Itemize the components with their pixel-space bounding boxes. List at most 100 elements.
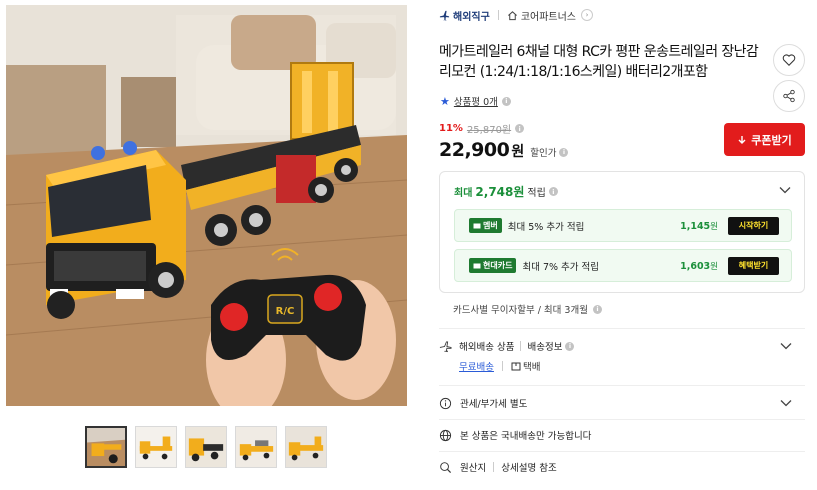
sale-price: 22,900	[439, 139, 510, 161]
delivery-section: 해외배송 상품 배송정보 i 무료배송 택배	[439, 338, 805, 374]
domestic-notice-text: 본 상품은 국내배송만 가능합니다	[460, 431, 592, 442]
reward-item-value-unit: 원	[710, 221, 718, 232]
info-icon[interactable]: i	[515, 124, 525, 133]
divider	[497, 10, 499, 20]
delivery-sub-row: 무료배송 택배	[459, 358, 805, 374]
price-block: 11% 25,870원 i 22,900 원 할인가 i	[439, 121, 569, 161]
discount-rate: 11%	[439, 123, 463, 134]
delivery-info-link[interactable]: 배송정보 i	[527, 339, 575, 353]
chevron-down-icon[interactable]	[778, 183, 792, 197]
download-arrow-icon	[738, 135, 746, 144]
card-icon	[473, 263, 481, 268]
customs-text: 관세/부가세 별도	[460, 399, 528, 410]
reward-box: 최대 2,748원 적립 i 멤버 최대 5% 추가 적립 1,145원 시작하…	[439, 171, 805, 293]
installment-info: 카드사별 무이자할부 / 최대 3개월 i	[453, 302, 602, 316]
main-product-image[interactable]: R/C	[6, 5, 407, 406]
thumbnail-1[interactable]	[85, 426, 127, 468]
info-icon[interactable]: i	[592, 304, 602, 314]
divider	[439, 385, 805, 386]
home-icon	[507, 10, 517, 20]
reward-item-membership: 멤버 최대 5% 추가 적립 1,145원 시작하기	[454, 209, 792, 242]
info-icon: i	[565, 341, 575, 351]
installment-text: 카드사별 무이자할부 / 최대 3개월	[453, 305, 588, 316]
airplane-icon	[439, 10, 450, 21]
discount-row: 11% 25,870원 i	[439, 121, 568, 136]
share-icon	[783, 89, 795, 103]
share-button[interactable]	[773, 80, 805, 112]
delivery-info-label: 배송정보	[527, 342, 563, 353]
divider	[501, 361, 503, 371]
reward-item-desc: 최대 7% 추가 적립	[522, 261, 600, 273]
info-circle-icon	[439, 397, 452, 409]
parcel-label: 택배	[511, 359, 540, 373]
product-title: 메가트레일러 6채널 대형 RC카 평판 운송트레일러 장난감 리모컨 (1:2…	[439, 44, 759, 80]
reward-item-value-number: 1,603	[680, 260, 711, 272]
reward-item-value-number: 1,145	[680, 220, 711, 232]
card-icon	[473, 223, 481, 228]
chevron-down-icon[interactable]	[779, 396, 793, 410]
divider	[493, 462, 495, 472]
hyundai-card-badge-label: 현대카드	[483, 261, 513, 270]
get-benefit-button[interactable]: 혜택받기	[728, 256, 779, 275]
reward-item-value: 1,145원	[680, 220, 718, 232]
customs-row[interactable]: 관세/부가세 별도	[439, 395, 805, 411]
review-count-link[interactable]: 상품평 0개	[454, 94, 498, 108]
info-icon[interactable]: i	[559, 147, 569, 157]
original-price: 25,870원	[466, 125, 512, 136]
sale-price-unit: 원	[511, 144, 525, 160]
origin-value: 상세설명 참조	[501, 463, 557, 474]
store-name: 코어파트너스	[520, 11, 577, 23]
divider	[439, 328, 805, 329]
delivery-type: 해외배송 상품	[459, 342, 515, 353]
thumbnail-strip	[85, 426, 327, 468]
globe-icon	[439, 429, 452, 441]
divider	[439, 419, 805, 420]
wishlist-button[interactable]	[773, 44, 805, 76]
star-icon: ★	[440, 94, 450, 108]
divider	[520, 341, 522, 351]
info-icon[interactable]: i	[548, 187, 558, 196]
reward-item-value: 1,603원	[680, 260, 718, 272]
reward-item-desc: 최대 5% 추가 적립	[507, 221, 585, 233]
sale-price-row: 22,900 원 할인가 i	[439, 139, 569, 161]
delivery-main-row: 해외배송 상품 배송정보 i	[439, 338, 805, 354]
chevron-right-icon: ›	[581, 9, 594, 21]
seller-row: 해외직구 코어파트너스 ›	[439, 7, 594, 23]
hyundai-card-badge: 현대카드	[469, 258, 517, 273]
product-info-panel: 해외직구 코어파트너스 › 메가트레일러 6채널 대형 RC카 평판 운송트레일…	[439, 0, 809, 490]
reward-head-prefix: 최대	[454, 188, 473, 199]
box-icon	[511, 362, 521, 371]
free-shipping-link[interactable]: 무료배송	[459, 359, 494, 373]
thumbnail-2[interactable]	[135, 426, 177, 468]
membership-badge-label: 멤버	[483, 221, 498, 230]
overseas-shipping-badge: 해외직구	[439, 8, 490, 23]
airplane-icon	[439, 340, 452, 352]
thumbnail-4[interactable]	[235, 426, 277, 468]
domestic-notice-row: 본 상품은 국내배송만 가능합니다	[439, 427, 805, 443]
chevron-down-icon[interactable]	[779, 339, 793, 353]
search-icon	[440, 461, 452, 473]
coupon-button[interactable]: 쿠폰받기	[724, 123, 805, 156]
sale-tag-label: 할인가	[530, 148, 557, 159]
start-membership-button[interactable]: 시작하기	[728, 216, 779, 235]
thumbnail-5[interactable]	[285, 426, 327, 468]
reward-head-suffix: 적립	[527, 188, 546, 199]
product-photo: R/C	[6, 5, 407, 406]
sale-tag: 할인가 i	[530, 145, 569, 159]
store-link[interactable]: 코어파트너스 ›	[507, 8, 594, 23]
membership-badge: 멤버	[469, 218, 502, 233]
thumbnail-3[interactable]	[185, 426, 227, 468]
overseas-shipping-label: 해외직구	[453, 11, 490, 23]
parcel-text: 택배	[522, 362, 541, 373]
info-icon[interactable]: i	[501, 96, 511, 106]
reward-summary[interactable]: 최대 2,748원 적립 i	[454, 183, 558, 200]
review-row: ★ 상품평 0개 i	[440, 94, 511, 108]
reward-item-hyundai-card: 현대카드 최대 7% 추가 적립 1,603원 혜택받기	[454, 249, 792, 282]
svg-text:R/C: R/C	[276, 306, 295, 317]
divider	[439, 451, 805, 452]
heart-icon	[782, 54, 796, 66]
coupon-button-label: 쿠폰받기	[751, 133, 792, 147]
origin-row: 원산지 상세설명 참조	[439, 459, 805, 475]
reward-head-amount: 2,748원	[475, 185, 525, 199]
origin-label: 원산지	[460, 463, 487, 474]
